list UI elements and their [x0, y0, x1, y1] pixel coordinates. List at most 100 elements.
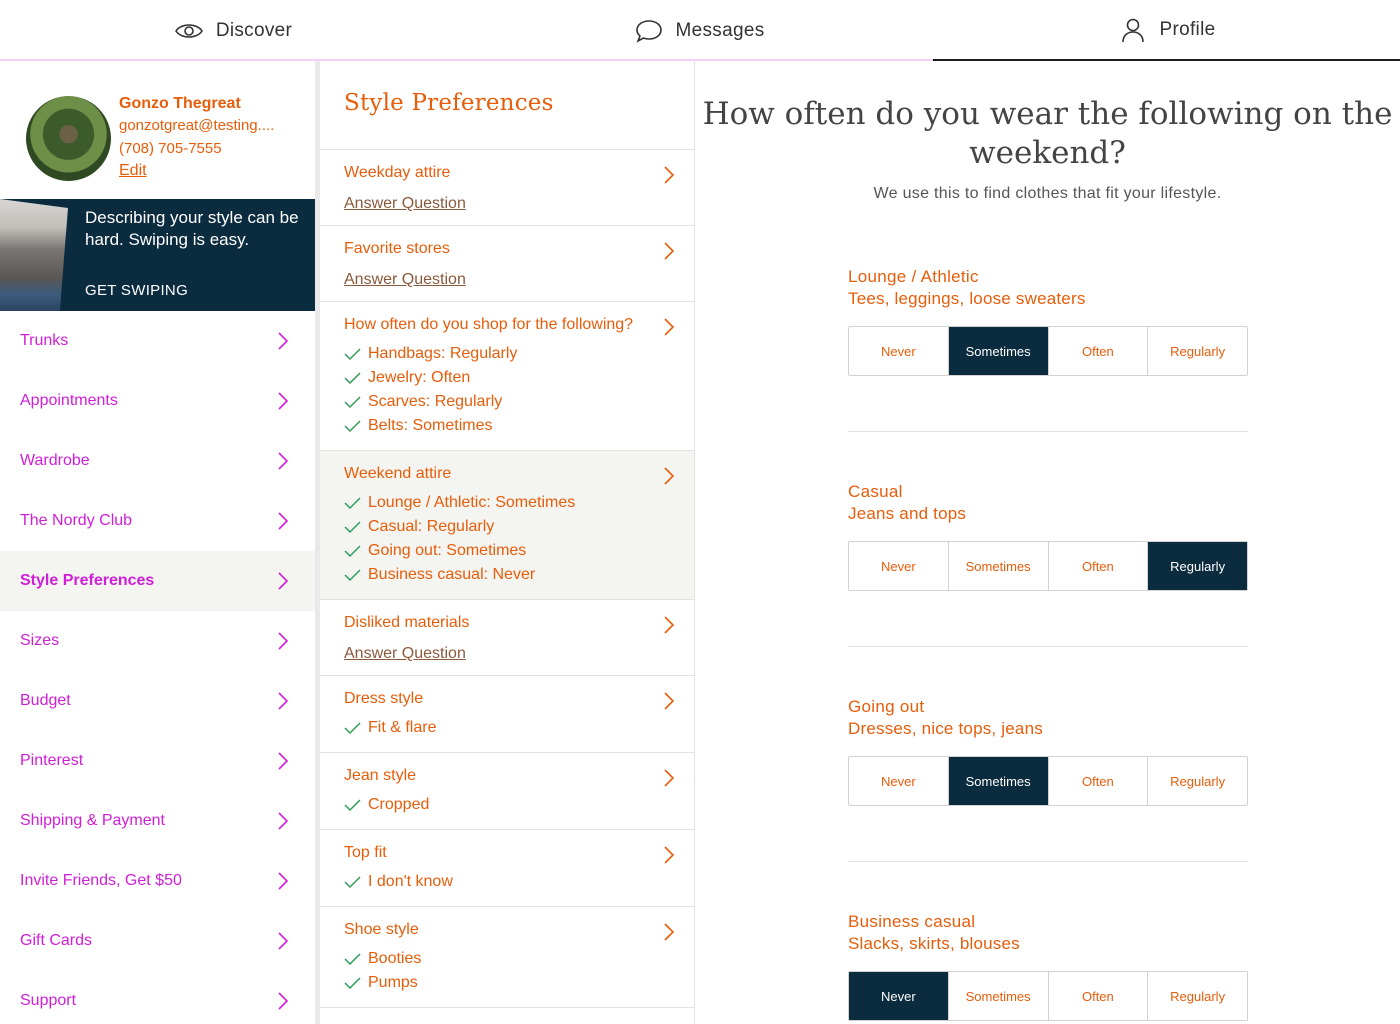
- chevron-right-icon: [664, 923, 675, 941]
- sidebar-item[interactable]: Shipping & Payment: [0, 791, 315, 851]
- frequency-option-never[interactable]: Never: [849, 542, 949, 590]
- edit-profile-link[interactable]: Edit: [119, 162, 147, 180]
- chevron-right-icon: [278, 992, 289, 1010]
- tab-discover-label: Discover: [215, 19, 293, 41]
- preference-item[interactable]: Weekend attire Lounge / Athletic: Sometim…: [320, 451, 694, 600]
- group-divider: [848, 861, 1248, 862]
- checkmark-icon: [344, 876, 361, 889]
- preference-answer-text: Scarves: Regularly: [368, 393, 503, 410]
- preference-answer: Fit & flare: [344, 716, 670, 740]
- chevron-right-icon: [664, 318, 675, 336]
- sidebar-item-label: Pinterest: [20, 752, 84, 769]
- chevron-right-icon: [278, 452, 289, 470]
- sidebar-item[interactable]: Gift Cards: [0, 911, 315, 971]
- checkmark-icon: [344, 521, 361, 534]
- preference-item[interactable]: Disliked materials Answer Question: [320, 600, 694, 676]
- checkmark-icon: [344, 799, 361, 812]
- group-description: Tees, leggings, loose sweaters: [848, 289, 1086, 308]
- checkmark-icon: [344, 497, 361, 510]
- sidebar-item-label: Wardrobe: [20, 452, 90, 469]
- question-subtitle: We use this to find clothes that fit you…: [873, 185, 1222, 202]
- frequency-option-regularly[interactable]: Regularly: [1148, 972, 1247, 1020]
- frequency-option-sometimes[interactable]: Sometimes: [948, 972, 1049, 1020]
- sidebar-item[interactable]: Support: [0, 971, 315, 1024]
- preference-answer: Handbags: Regularly: [344, 342, 670, 366]
- preference-item[interactable]: Jean style Cropped: [320, 753, 694, 830]
- preference-answers: Handbags: Regularly Jewelry: Often Scarves…: [344, 342, 670, 438]
- preference-answer-text: Cropped: [368, 796, 430, 813]
- sidebar-item[interactable]: Wardrobe: [0, 431, 315, 491]
- frequency-option-often[interactable]: Often: [1048, 972, 1149, 1020]
- swipe-promo-banner[interactable]: Describing your style can be hard. Swipi…: [0, 199, 315, 311]
- checkmark-icon: [344, 420, 361, 433]
- frequency-option-regularly[interactable]: Regularly: [1148, 542, 1247, 590]
- chevron-right-icon: [664, 467, 675, 485]
- preference-item[interactable]: Dress style Fit & flare: [320, 676, 694, 753]
- chevron-right-icon: [664, 242, 675, 260]
- profile-card: Gonzo Thegreat gonzotgreat@testing.... (…: [0, 61, 315, 199]
- sidebar-item[interactable]: Budget: [0, 671, 315, 731]
- avatar: [26, 96, 111, 181]
- preference-item[interactable]: Weekday attire Answer Question: [320, 150, 694, 226]
- preference-answer-text: Belts: Sometimes: [368, 417, 493, 434]
- preference-item[interactable]: How often do you shop for the following?…: [320, 302, 694, 451]
- preference-item[interactable]: Favorite stores Answer Question: [320, 226, 694, 302]
- frequency-selector: Never Sometimes Often Regularly: [848, 541, 1248, 591]
- frequency-option-never[interactable]: Never: [849, 972, 949, 1020]
- promo-text: Describing your style can be hard. Swipi…: [85, 208, 299, 249]
- sidebar-item[interactable]: Trunks: [0, 311, 315, 371]
- promo-model-image: [0, 199, 68, 311]
- preference-answer-text: I don't know: [368, 873, 453, 890]
- frequency-option-never[interactable]: Never: [849, 327, 949, 375]
- tab-discover[interactable]: Discover: [0, 0, 466, 61]
- preference-title: Shoe style: [344, 921, 419, 938]
- checkmark-icon: [344, 569, 361, 582]
- frequency-group: Casual Jeans and tops Never Sometimes Often R…: [848, 482, 1248, 591]
- chevron-right-icon: [278, 932, 289, 950]
- frequency-group: Lounge / Athletic Tees, leggings, loose s…: [848, 267, 1248, 376]
- frequency-option-regularly[interactable]: Regularly: [1148, 757, 1247, 805]
- preference-answer-text: Casual: Regularly: [368, 518, 495, 535]
- frequency-option-often[interactable]: Often: [1048, 757, 1149, 805]
- checkmark-icon: [344, 545, 361, 558]
- sidebar-item-label: Gift Cards: [20, 932, 93, 949]
- preference-item[interactable]: Shoe style Booties Pumps: [320, 907, 694, 1008]
- preference-answer-text: Jewelry: Often: [368, 369, 471, 386]
- frequency-option-sometimes[interactable]: Sometimes: [948, 757, 1049, 805]
- preference-answer: Going out: Sometimes: [344, 539, 670, 563]
- answer-question-link[interactable]: Answer Question: [344, 645, 670, 663]
- checkmark-icon: [344, 953, 361, 966]
- preference-answer: Cropped: [344, 793, 670, 817]
- preference-answer: Belts: Sometimes: [344, 414, 670, 438]
- preference-answers: Fit & flare: [344, 716, 670, 740]
- frequency-option-sometimes[interactable]: Sometimes: [948, 327, 1049, 375]
- frequency-option-often[interactable]: Often: [1048, 542, 1149, 590]
- chevron-right-icon: [278, 752, 289, 770]
- sidebar-item[interactable]: Sizes: [0, 611, 315, 671]
- preferences-header: Style Preferences: [320, 61, 694, 150]
- checkmark-icon: [344, 348, 361, 361]
- answer-question-link[interactable]: Answer Question: [344, 271, 670, 289]
- preference-answer-text: Going out: Sometimes: [368, 542, 527, 559]
- sidebar-item[interactable]: Pinterest: [0, 731, 315, 791]
- frequency-option-never[interactable]: Never: [849, 757, 949, 805]
- tab-profile[interactable]: Profile: [933, 0, 1400, 61]
- frequency-option-often[interactable]: Often: [1048, 327, 1149, 375]
- group-title: Business casual: [848, 912, 976, 931]
- answer-question-link[interactable]: Answer Question: [344, 195, 670, 213]
- tab-messages[interactable]: Messages: [466, 0, 932, 61]
- preference-item[interactable]: Top fit I don't know: [320, 830, 694, 907]
- chevron-right-icon: [278, 512, 289, 530]
- sidebar-item-label: Shipping & Payment: [20, 812, 165, 829]
- frequency-option-sometimes[interactable]: Sometimes: [948, 542, 1049, 590]
- chevron-right-icon: [664, 846, 675, 864]
- sidebar-item[interactable]: The Nordy Club: [0, 491, 315, 551]
- frequency-selector: Never Sometimes Often Regularly: [848, 971, 1248, 1021]
- sidebar-item[interactable]: Appointments: [0, 371, 315, 431]
- sidebar-item[interactable]: Invite Friends, Get $50: [0, 851, 315, 911]
- sidebar-item[interactable]: Style Preferences: [0, 551, 315, 611]
- get-swiping-link[interactable]: GET SWIPING: [85, 282, 188, 299]
- frequency-option-regularly[interactable]: Regularly: [1148, 327, 1247, 375]
- preference-title: Weekday attire: [344, 164, 451, 181]
- sidebar-item-label: Support: [20, 992, 77, 1009]
